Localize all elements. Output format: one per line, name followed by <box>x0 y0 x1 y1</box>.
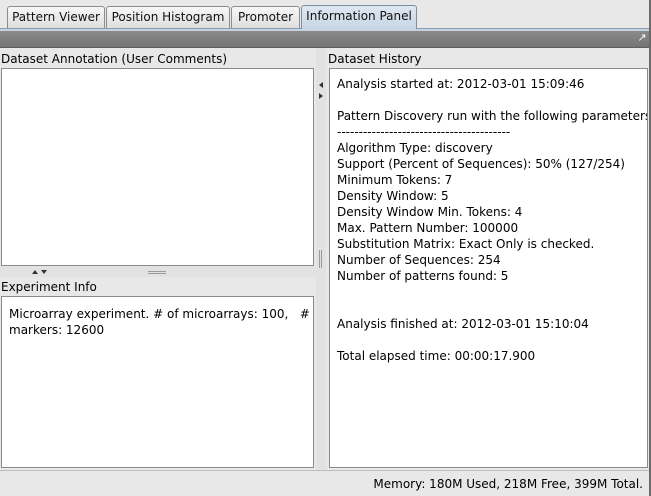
panel-header-bar: ↗ <box>0 31 651 48</box>
experiment-line: markers: 12600 <box>9 323 105 337</box>
memory-status: Memory: 180M Used, 218M Free, 399M Total… <box>373 477 643 491</box>
arrow-right-icon[interactable] <box>319 93 323 99</box>
status-bar: Memory: 180M Used, 218M Free, 399M Total… <box>0 470 651 496</box>
splitter-grip[interactable] <box>148 271 166 274</box>
arrow-down-icon[interactable] <box>41 270 47 274</box>
history-line: Density Window: 5 <box>337 189 449 203</box>
history-line: Analysis finished at: 2012-03-01 15:10:0… <box>337 317 589 331</box>
dataset-history-textarea[interactable]: Analysis started at: 2012-03-01 15:09:46… <box>329 68 648 468</box>
arrow-left-icon[interactable] <box>319 82 323 88</box>
history-line: Number of Sequences: 254 <box>337 253 501 267</box>
history-line: Pattern Discovery run with the following… <box>337 109 648 123</box>
tab-position-histogram[interactable]: Position Histogram <box>106 6 230 28</box>
tab-strip: Pattern Viewer Position Histogram Promot… <box>0 0 651 31</box>
history-line: Max. Pattern Number: 100000 <box>337 221 519 235</box>
history-line: Number of patterns found: 5 <box>337 269 509 283</box>
dataset-history-title: Dataset History <box>328 52 422 66</box>
history-line: Substitution Matrix: Exact Only is check… <box>337 237 595 251</box>
tab-information-panel[interactable]: Information Panel <box>301 5 417 29</box>
history-line: Algorithm Type: discovery <box>337 141 493 155</box>
experiment-info-title: Experiment Info <box>1 280 97 294</box>
expand-arrow-icon[interactable]: ↗ <box>636 32 648 44</box>
experiment-line: Microarray experiment. # of microarrays:… <box>9 307 314 321</box>
history-line: ---------------------------------------- <box>337 125 511 139</box>
history-line: Support (Percent of Sequences): 50% (127… <box>337 157 625 171</box>
arrow-up-icon[interactable] <box>32 270 38 274</box>
history-line <box>337 332 640 348</box>
history-line <box>337 284 640 300</box>
annotation-textarea[interactable] <box>1 68 314 266</box>
history-line <box>337 92 640 108</box>
splitter-grip[interactable] <box>319 250 322 268</box>
tab-promoter[interactable]: Promoter <box>231 6 300 28</box>
history-line: Density Window Min. Tokens: 4 <box>337 205 523 219</box>
annotation-title: Dataset Annotation (User Comments) <box>1 52 228 66</box>
horizontal-splitter[interactable] <box>0 266 316 277</box>
history-line: Minimum Tokens: 7 <box>337 173 453 187</box>
history-line: Total elapsed time: 00:00:17.900 <box>337 349 536 363</box>
experiment-info-textarea[interactable]: Microarray experiment. # of microarrays:… <box>1 296 314 468</box>
vertical-splitter[interactable] <box>316 48 326 470</box>
tab-pattern-viewer[interactable]: Pattern Viewer <box>7 6 105 28</box>
history-line: Analysis started at: 2012-03-01 15:09:46 <box>337 77 585 91</box>
history-line <box>337 300 640 316</box>
